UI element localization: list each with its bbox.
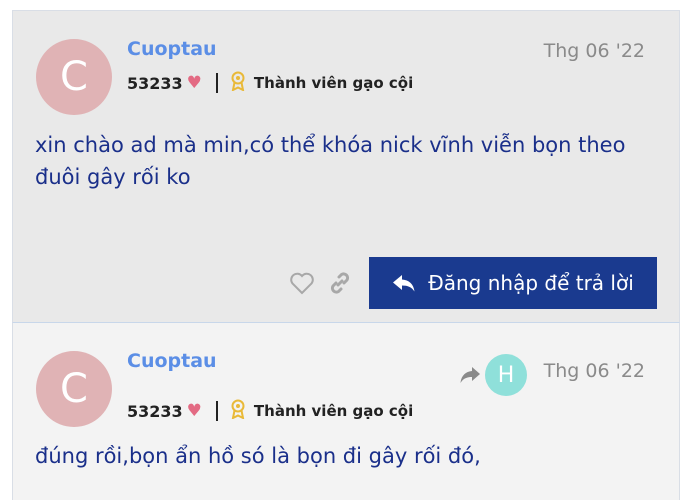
reply-button-label: Đăng nhập để trả lời	[428, 271, 634, 295]
heart-icon: ♥	[186, 401, 202, 421]
post: C Cuoptau 53233 ♥ Thành viên gạo cội Thg…	[12, 10, 680, 322]
post-body: xin chào ad mà min,có thể khóa nick vĩnh…	[35, 133, 626, 189]
post-date[interactable]: Thg 06 '22	[544, 360, 645, 382]
username[interactable]: Cuoptau	[127, 350, 217, 372]
likes-count: 53233	[127, 401, 183, 421]
reply-to-avatar[interactable]: H	[485, 354, 527, 396]
share-reply-icon	[460, 367, 480, 383]
post-date[interactable]: Thg 06 '22	[544, 40, 645, 62]
user-title: Thành viên gạo cội	[253, 74, 414, 92]
user-meta: 53233 ♥ Thành viên gạo cội	[127, 71, 413, 95]
reply-icon	[393, 275, 415, 292]
post: C Cuoptau 53233 ♥ Thành viên gạo cội H T…	[12, 322, 680, 500]
username[interactable]: Cuoptau	[127, 38, 217, 60]
user-title: Thành viên gạo cội	[253, 402, 414, 420]
award-icon	[230, 71, 246, 95]
award-icon	[230, 399, 246, 423]
divider	[215, 73, 218, 93]
post-body: đúng rồi,bọn ẩn hồ só là bọn đi gây rối …	[35, 444, 481, 468]
divider	[215, 401, 218, 421]
reply-to-indicator[interactable]: H	[459, 354, 527, 396]
link-icon[interactable]	[325, 268, 355, 298]
avatar[interactable]: C	[36, 39, 112, 115]
user-meta: 53233 ♥ Thành viên gạo cội	[127, 399, 413, 423]
post-actions: Đăng nhập để trả lời	[287, 257, 657, 309]
like-icon[interactable]	[287, 268, 317, 298]
likes-count: 53233	[127, 73, 183, 93]
heart-icon: ♥	[186, 73, 202, 93]
login-to-reply-button[interactable]: Đăng nhập để trả lời	[369, 257, 657, 309]
avatar[interactable]: C	[36, 351, 112, 427]
